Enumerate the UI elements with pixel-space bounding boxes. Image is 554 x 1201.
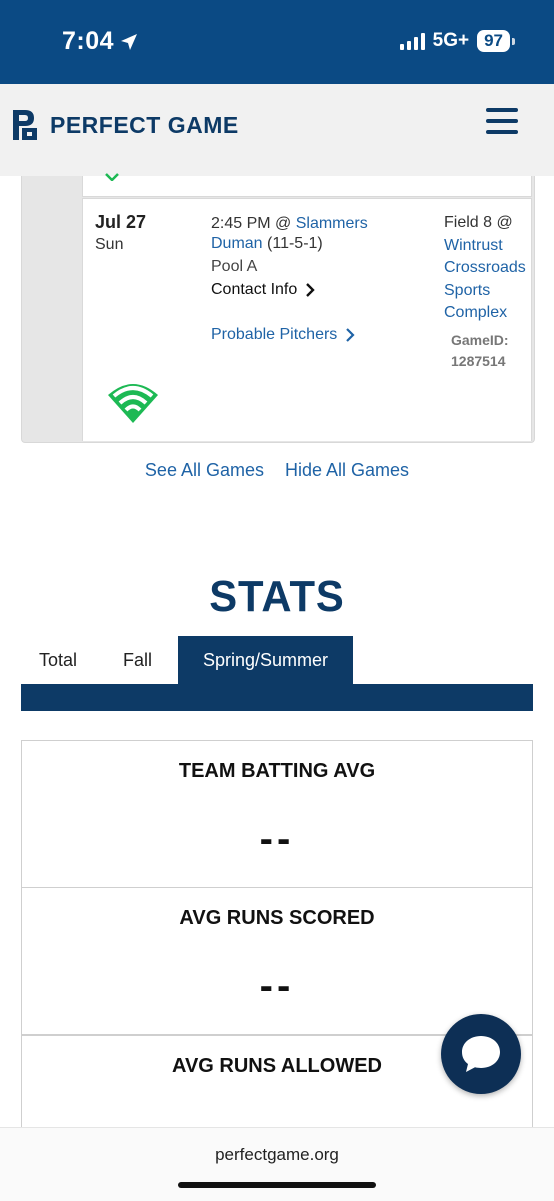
game-field: Field 8 @ Wintrust Crossroads Sports Com…: [444, 212, 544, 325]
game-pool: Pool A: [211, 258, 258, 275]
contact-info-label: Contact Info: [211, 281, 298, 298]
opponent-line: Duman (11-5-1): [211, 235, 323, 253]
stat-value: --: [259, 964, 295, 1008]
game-id-label: GameID:: [451, 332, 509, 348]
chat-button[interactable]: [441, 1014, 521, 1094]
wifi-field-icon[interactable]: [105, 377, 161, 425]
chat-icon: [462, 1036, 500, 1072]
stat-label: TEAM BATTING AVG: [178, 760, 376, 782]
status-time: 7:04: [62, 27, 138, 56]
venue-line[interactable]: Wintrust: [444, 235, 544, 258]
tab-spring-summer[interactable]: Spring/Summer: [178, 636, 353, 684]
tab-underline-bar: [21, 684, 533, 711]
url-bar[interactable]: perfectgame.org: [0, 1145, 554, 1165]
signal-icon: [399, 32, 425, 50]
game-id-value: 1287514: [451, 353, 506, 369]
probable-pitchers-link[interactable]: Probable Pitchers: [211, 326, 355, 344]
stat-label: AVG RUNS SCORED: [179, 907, 375, 929]
game-time: 2:45 PM @ Slammers: [211, 212, 368, 235]
game-id: GameID: 1287514: [451, 330, 509, 372]
stat-team-batting-avg: TEAM BATTING AVG --: [21, 740, 533, 888]
game-date: Jul 27: [95, 212, 147, 232]
previous-game-bottom: [82, 176, 532, 197]
games-links: See All Games Hide All Games: [0, 460, 554, 481]
stats-title: STATS: [209, 572, 345, 621]
site-header: PERFECT GAME: [0, 84, 554, 176]
brand-name: PERFECT GAME: [50, 111, 239, 138]
stats-tabs: Total Fall Spring/Summer: [21, 636, 533, 684]
pg-logo-icon: [13, 110, 37, 140]
venue-line[interactable]: Crossroads: [444, 257, 544, 280]
venue-line[interactable]: Sports: [444, 280, 544, 303]
battery-icon: 97: [477, 30, 515, 52]
hide-all-games-link[interactable]: Hide All Games: [285, 460, 409, 480]
menu-icon[interactable]: [486, 108, 518, 134]
home-indicator[interactable]: [178, 1182, 376, 1188]
tab-total[interactable]: Total: [39, 636, 77, 684]
stat-value: --: [259, 817, 295, 861]
location-arrow-icon: [121, 33, 138, 50]
see-all-games-link[interactable]: See All Games: [145, 460, 264, 480]
game-time-text: 2:45 PM @: [211, 215, 296, 232]
game-day: Sun: [95, 236, 124, 253]
brand-logo[interactable]: PERFECT GAME: [10, 108, 239, 142]
browser-footer: perfectgame.org: [0, 1127, 554, 1201]
tab-fall[interactable]: Fall: [123, 636, 152, 684]
contact-info-link[interactable]: Contact Info: [211, 281, 315, 299]
status-right: 5G+ 97: [399, 30, 515, 52]
opponent-link[interactable]: Slammers: [296, 215, 368, 232]
time-text: 7:04: [62, 27, 115, 55]
opponent-record: (11-5-1): [262, 235, 323, 252]
field-prefix: Field 8 @: [444, 214, 513, 231]
chevron-right-icon: [306, 283, 315, 297]
opponent-link-2[interactable]: Duman: [211, 235, 263, 252]
stat-avg-runs-scored: AVG RUNS SCORED --: [21, 887, 533, 1035]
probable-pitchers-label: Probable Pitchers: [211, 326, 338, 343]
status-bar: 7:04 5G+ 97: [0, 0, 554, 84]
venue-line[interactable]: Complex: [444, 302, 544, 325]
chevron-down-icon[interactable]: [105, 173, 119, 181]
network-label: 5G+: [432, 30, 470, 51]
chevron-right-icon: [346, 328, 355, 342]
